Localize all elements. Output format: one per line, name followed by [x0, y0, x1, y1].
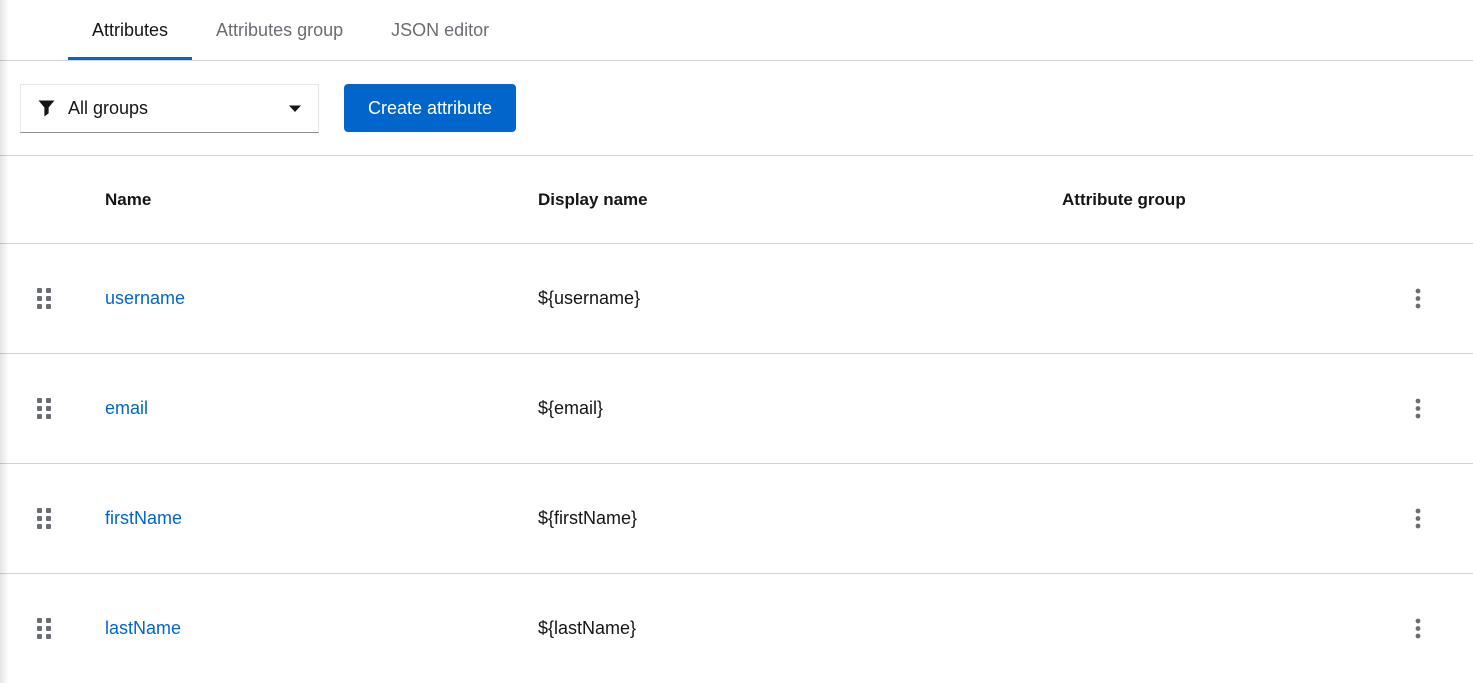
group-filter-value: All groups [68, 97, 149, 118]
row-kebab-menu-button[interactable] [1405, 502, 1431, 535]
tab-bar: Attributes Attributes group JSON editor [0, 0, 1473, 61]
drag-handle-icon[interactable] [37, 398, 52, 419]
table-row: username ${username} [0, 244, 1473, 354]
attribute-display-name: ${firstName} [538, 508, 638, 528]
attribute-display-name: ${email} [538, 398, 604, 418]
row-kebab-menu-button[interactable] [1405, 392, 1431, 425]
attribute-name-link[interactable]: firstName [105, 508, 182, 528]
row-kebab-menu-button[interactable] [1405, 612, 1431, 645]
create-attribute-button[interactable]: Create attribute [344, 84, 517, 132]
table-row: email ${email} [0, 354, 1473, 464]
table-row: firstName ${firstName} [0, 464, 1473, 574]
tab-attributes-group[interactable]: Attributes group [192, 0, 367, 60]
drag-handle-icon[interactable] [37, 508, 52, 529]
column-header-name: Name [105, 189, 152, 209]
attribute-name-link[interactable]: lastName [105, 618, 181, 638]
drag-handle-icon[interactable] [37, 288, 52, 309]
tab-attributes[interactable]: Attributes [68, 0, 192, 60]
column-header-attribute-group: Attribute group [1062, 189, 1186, 209]
drag-handle-icon[interactable] [37, 618, 52, 639]
user-profile-attributes-page: Attributes Attributes group JSON editor … [0, 0, 1473, 683]
table-header-row: Name Display name Attribute group [0, 156, 1473, 244]
table-row: lastName ${lastName} [0, 574, 1473, 683]
filter-icon [38, 100, 55, 117]
attribute-name-link[interactable]: username [105, 288, 185, 308]
attribute-display-name: ${lastName} [538, 618, 637, 638]
attribute-name-link[interactable]: email [105, 398, 148, 418]
tab-json-editor[interactable]: JSON editor [367, 0, 513, 60]
chevron-down-icon [288, 104, 302, 113]
attributes-toolbar: All groups Create attribute [0, 61, 1473, 156]
column-header-display-name: Display name [538, 189, 648, 209]
group-filter-select[interactable]: All groups [20, 83, 319, 133]
attribute-display-name: ${username} [538, 288, 641, 308]
row-kebab-menu-button[interactable] [1405, 282, 1431, 315]
